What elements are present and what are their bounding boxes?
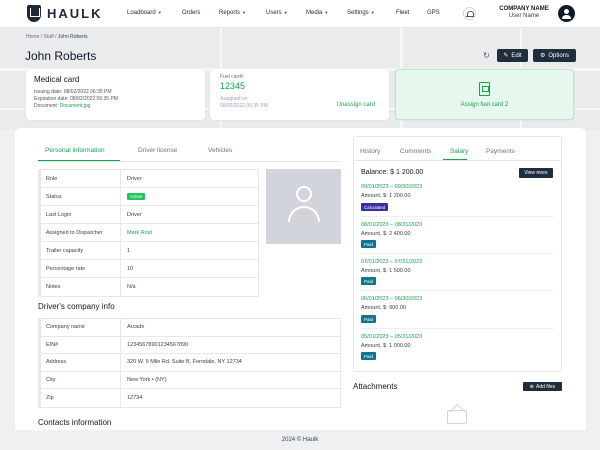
- edit-button[interactable]: ✎ Edit: [497, 49, 528, 62]
- table-row: Company name Arcade: [41, 319, 340, 337]
- breadcrumb-home[interactable]: Home: [26, 34, 39, 40]
- personal-info-table: Role Driver Status Active Last Login Driver…: [38, 169, 259, 297]
- salary-amount: Amount, $: 1 000.00: [361, 343, 411, 349]
- driver-photo-placeholder: [266, 169, 341, 244]
- document-line: Document: Document.jpg: [34, 103, 91, 109]
- pencil-icon: ✎: [503, 53, 509, 59]
- fuel-card-label: Fuel card#: [220, 74, 244, 80]
- contacts-info-title: Contacts information: [38, 418, 112, 427]
- salary-amount: Amount, $: 900.00: [361, 305, 406, 311]
- user-name: User Name: [508, 13, 540, 19]
- fuel-card-icon: [479, 82, 490, 96]
- right-tabs-divider: [354, 160, 561, 161]
- status-badge: Calculated: [361, 203, 389, 211]
- breadcrumb: Home / Staff / John Roberts: [26, 34, 88, 40]
- add-files-button[interactable]: ⊕ Add files: [523, 382, 562, 391]
- nav-item-reports[interactable]: Reports ▼: [219, 10, 246, 16]
- table-row: Zip 12734: [41, 389, 340, 407]
- account-info[interactable]: COMPANY NAME User Name: [493, 6, 555, 19]
- table-row: Status Active: [41, 188, 258, 206]
- table-row: Role Driver: [41, 170, 258, 188]
- tab-personal-information[interactable]: Personal information: [45, 147, 105, 154]
- expiration-date: Expiration date: 08/02/2022 06:35 PM: [34, 96, 118, 102]
- tab-payments[interactable]: Payments: [486, 148, 515, 155]
- attachments-title: Attachments: [353, 382, 398, 391]
- table-row: Last Login Driver: [41, 206, 258, 224]
- page-title: John Roberts: [25, 49, 97, 63]
- chevron-down-icon: ▼: [283, 10, 288, 15]
- status-badge: Paid: [361, 240, 377, 248]
- table-row: Trailer capacity 1: [41, 242, 258, 260]
- dispatcher-link[interactable]: Mark Rost: [127, 230, 152, 236]
- status-badge: Active: [127, 193, 146, 200]
- nav-item-settings[interactable]: Settings ▼: [347, 10, 375, 16]
- chevron-down-icon: ▼: [324, 10, 329, 15]
- table-row: City New York • (NY): [41, 371, 340, 390]
- nav-item-gps[interactable]: GPS: [427, 10, 440, 16]
- top-navbar: HAULK Loadboard ▼ Orders Reports ▼ Users ▼ …: [0, 0, 600, 28]
- fuel-card-assigned: Assigned on 08/02/2022 06:35 PM: [220, 96, 268, 109]
- gear-icon: ⚙: [539, 53, 546, 59]
- haulk-logo-icon: [27, 5, 41, 22]
- nav-item-orders[interactable]: Orders: [182, 10, 200, 16]
- status-badge: Paid: [361, 315, 377, 323]
- salary-amount: Amount, $: 1 200.00: [361, 193, 411, 199]
- issuing-date: Issuing date: 08/02/2022 06:35 PM: [34, 89, 112, 95]
- salary-period[interactable]: 05/01/2023 – 05/31/2023: [361, 334, 422, 340]
- tab-comments[interactable]: Comments: [400, 148, 431, 155]
- table-row: Notes N/a: [41, 278, 258, 296]
- nav-item-loadboard[interactable]: Loadboard ▼: [127, 10, 162, 16]
- active-tab-indicator: [443, 159, 467, 160]
- view-more-button[interactable]: View more: [519, 168, 553, 178]
- nav-item-media[interactable]: Media ▼: [306, 10, 328, 16]
- empty-inbox-icon: [447, 410, 467, 424]
- medical-card-title: Medical card: [34, 75, 80, 84]
- options-button[interactable]: ⚙ Options: [533, 49, 576, 62]
- table-row: EIN# 12345678901234567890: [41, 336, 340, 355]
- fuel-card: Fuel card# 12345 Assigned on 08/02/2022 …: [210, 69, 389, 120]
- chevron-down-icon: ▼: [157, 10, 162, 15]
- user-avatar-icon[interactable]: [558, 5, 575, 22]
- user-silhouette-icon: [296, 186, 312, 202]
- tabs-divider: [38, 161, 340, 162]
- table-row: Assigned to Dispatcher Mark Rost: [41, 224, 258, 242]
- salary-amount: Amount, $: 2 400.00: [361, 231, 411, 237]
- table-row: Address 320 W. 9 Mile Rd. Suite B, Fernda…: [41, 354, 340, 372]
- footer: 2024 © Haulk: [0, 430, 600, 450]
- salary-period[interactable]: 06/01/2023 – 06/30/2023: [361, 296, 422, 302]
- tab-driver-license[interactable]: Driver license: [138, 147, 177, 154]
- active-tab-indicator: [38, 160, 120, 161]
- plus-circle-icon: ⊕: [529, 383, 534, 390]
- nav-item-users[interactable]: Users ▼: [266, 10, 288, 16]
- breadcrumb-staff[interactable]: Staff: [44, 34, 54, 40]
- company-name: COMPANY NAME: [499, 6, 549, 12]
- salary-period[interactable]: 09/01/2023 – 09/30/2023: [361, 184, 422, 190]
- tab-vehicles[interactable]: Vehicles: [208, 147, 232, 154]
- status-badge: Paid: [361, 352, 377, 360]
- company-info-title: Driver's company info: [38, 302, 115, 311]
- assign-fuel-card-button[interactable]: Assign fuel card 2: [395, 69, 574, 120]
- refresh-icon[interactable]: ↻: [481, 50, 492, 61]
- fuel-card-number: 12345: [220, 81, 246, 91]
- breadcrumb-current: John Roberts: [57, 34, 88, 40]
- brand-name: HAULK: [47, 6, 103, 21]
- chevron-down-icon: ▼: [242, 10, 246, 15]
- brand-logo[interactable]: HAULK: [27, 5, 103, 22]
- salary-balance: Balance: $ 1 200.00: [361, 169, 424, 176]
- tab-salary[interactable]: Salary: [450, 148, 468, 155]
- salary-amount: Amount, $: 1 500.00: [361, 268, 411, 274]
- status-badge: Paid: [361, 277, 377, 285]
- table-row: Percentage rate 10: [41, 260, 258, 278]
- document-link[interactable]: Document.jpg: [60, 103, 91, 109]
- unassign-card-link[interactable]: Unassign card: [337, 102, 375, 108]
- chevron-down-icon: ▼: [370, 10, 375, 15]
- notifications-bell-icon[interactable]: [463, 7, 476, 20]
- salary-period[interactable]: 08/01/2023 – 08/31/2023: [361, 222, 422, 228]
- salary-period[interactable]: 07/01/2023 – 07/31/2023: [361, 259, 422, 265]
- medical-card: Medical card Issuing date: 08/02/2022 06…: [26, 69, 205, 120]
- tab-history[interactable]: History: [360, 148, 380, 155]
- company-info-table: Company name Arcade EIN# 12345678901234567…: [38, 318, 341, 408]
- nav-item-fleet[interactable]: Fleet: [396, 10, 409, 16]
